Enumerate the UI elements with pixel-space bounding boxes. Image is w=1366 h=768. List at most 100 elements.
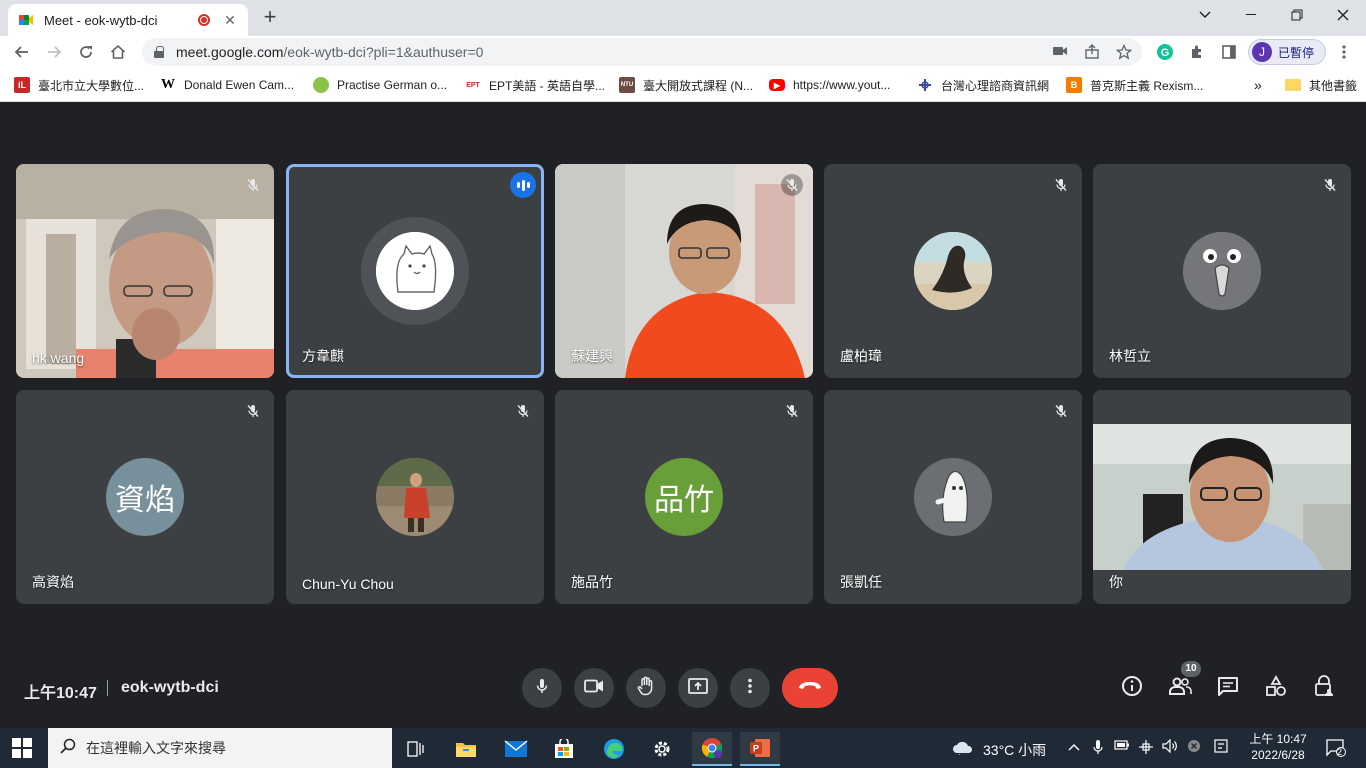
minimize-icon[interactable] — [1228, 0, 1274, 30]
participant-avatar: 品竹 — [645, 458, 723, 536]
camera-in-use-icon[interactable] — [1052, 44, 1068, 60]
info-icon — [1121, 675, 1143, 702]
participant-tile[interactable]: 林哲立 — [1093, 164, 1351, 378]
bookmark-item[interactable]: ▶ https://www.yout... — [769, 76, 890, 94]
chevron-down-icon[interactable] — [1182, 0, 1228, 30]
bookmark-item[interactable]: NTU 臺大開放式課程 (N... — [619, 76, 753, 94]
volume-icon[interactable] — [1162, 738, 1178, 755]
participant-tile-self[interactable]: 你 — [1093, 390, 1351, 604]
mic-tray-icon[interactable] — [1090, 739, 1106, 755]
forward-icon[interactable] — [42, 40, 66, 64]
taskbar-search-box[interactable]: 在這裡輸入文字來搜尋 — [48, 728, 392, 768]
participant-tile[interactable]: 方韋麒 — [286, 164, 544, 378]
people-icon — [1168, 677, 1192, 700]
participant-name: 蘇建興 — [571, 348, 613, 364]
participant-tile[interactable]: 品竹 施品竹 — [555, 390, 813, 604]
participant-tile[interactable]: 資焰 高資焰 — [16, 390, 274, 604]
host-controls-button[interactable] — [1310, 674, 1338, 702]
microsoft-store-icon[interactable] — [544, 732, 584, 766]
participant-name: 張凱任 — [840, 574, 882, 590]
reload-icon[interactable] — [74, 40, 98, 64]
bookmark-label: Practise German o... — [337, 78, 448, 92]
close-window-icon[interactable] — [1320, 0, 1366, 30]
input-method-icon[interactable] — [1213, 739, 1229, 755]
recording-icon — [198, 14, 210, 26]
self-video — [1093, 424, 1351, 570]
other-bookmarks[interactable]: 其他書籤 — [1285, 76, 1357, 94]
bookmark-item[interactable]: iL 臺北市立大學數位... — [14, 76, 144, 94]
weather-cloud-icon[interactable] — [952, 739, 974, 756]
network-icon[interactable] — [1138, 739, 1154, 755]
profile-button[interactable]: J 已暫停 — [1248, 39, 1326, 65]
file-explorer-icon[interactable] — [446, 732, 486, 766]
participant-tile[interactable]: 張凱任 — [824, 390, 1082, 604]
restore-icon[interactable] — [1274, 0, 1320, 30]
tab-meet[interactable]: Meet - eok-wytb-dci ✕ — [8, 4, 248, 36]
edge-icon[interactable] — [594, 732, 634, 766]
raise-hand-button[interactable] — [626, 668, 666, 708]
participant-tile[interactable]: hk wang — [16, 164, 274, 378]
bookmark-label: 臺北市立大學數位... — [38, 78, 145, 93]
chrome-icon[interactable] — [692, 732, 732, 766]
bookmark-item[interactable]: EPT EPT美語 - 英語自學... — [465, 76, 605, 94]
weather-text[interactable]: 33°C 小雨 — [983, 740, 1046, 760]
chat-icon — [1217, 675, 1239, 702]
bookmark-item[interactable]: W Donald Ewen Cam... — [160, 76, 294, 94]
tab-title: Meet - eok-wytb-dci — [44, 12, 158, 28]
hand-icon — [637, 676, 655, 701]
settings-gear-icon[interactable] — [642, 732, 682, 766]
bookmark-item[interactable]: Practise German o... — [313, 76, 447, 94]
participant-tile[interactable]: Chun-Yu Chou — [286, 390, 544, 604]
participant-tile[interactable]: 蘇建興 — [555, 164, 813, 378]
close-circle-icon[interactable] — [1186, 739, 1202, 755]
close-icon[interactable]: ✕ — [222, 12, 238, 29]
more-vert-icon[interactable] — [1334, 42, 1354, 62]
bookmarks-overflow-button[interactable]: » — [1254, 76, 1262, 94]
folder-icon — [1285, 79, 1301, 91]
bookmark-favicon-icon — [313, 77, 329, 93]
leave-call-button[interactable] — [782, 668, 838, 708]
bookmark-item[interactable]: B 普克斯主義 Rexism... — [1066, 76, 1203, 94]
battery-icon[interactable] — [1114, 739, 1130, 755]
present-screen-button[interactable] — [678, 668, 718, 708]
notification-icon[interactable]: 2 — [1324, 739, 1348, 757]
activities-button[interactable] — [1262, 674, 1290, 702]
powerpoint-icon[interactable]: P — [740, 732, 780, 766]
back-icon[interactable] — [10, 40, 34, 64]
bookmark-item[interactable]: 台灣心理諮商資訊網 — [917, 76, 1049, 94]
more-vert-icon — [748, 678, 752, 699]
meet-control-bar: 上午10:47 eok-wytb-dci 10 — [0, 661, 1366, 715]
people-button[interactable] — [1166, 674, 1194, 702]
address-bar[interactable]: meet.google.com/eok-wytb-dci?pli=1&authu… — [142, 38, 1142, 66]
share-icon[interactable] — [1084, 44, 1100, 60]
plus-icon[interactable]: + — [258, 6, 282, 30]
camera-button[interactable] — [574, 668, 614, 708]
participant-tile[interactable]: 盧柏瑋 — [824, 164, 1082, 378]
ntu-icon: NTU — [619, 77, 635, 93]
mail-icon[interactable] — [496, 732, 536, 766]
chat-button[interactable] — [1214, 674, 1242, 702]
microphone-button[interactable] — [522, 668, 562, 708]
task-view-icon[interactable] — [396, 732, 436, 766]
home-icon[interactable] — [106, 40, 130, 64]
taskbar-clock[interactable]: 上午 10:47 2022/6/28 — [1246, 731, 1310, 763]
activities-icon — [1265, 674, 1287, 702]
search-placeholder: 在這裡輸入文字來搜尋 — [86, 740, 226, 756]
extensions-icon[interactable] — [1187, 42, 1207, 62]
mic-off-icon — [512, 400, 534, 422]
lock-icon[interactable] — [154, 46, 164, 58]
taskbar-date: 2022/6/28 — [1251, 748, 1305, 762]
meeting-details-button[interactable] — [1118, 674, 1146, 702]
more-options-button[interactable] — [730, 668, 770, 708]
participant-avatar — [376, 232, 454, 310]
wikipedia-icon: W — [161, 77, 175, 92]
windows-start-icon[interactable] — [12, 738, 32, 758]
star-icon[interactable] — [1115, 43, 1133, 60]
bookmark-favicon-icon: iL — [14, 77, 30, 93]
grammarly-icon[interactable]: G — [1155, 42, 1175, 62]
side-panel-icon[interactable] — [1219, 42, 1239, 62]
mic-off-icon — [1050, 174, 1072, 196]
chevron-up-icon[interactable] — [1066, 739, 1082, 755]
call-end-icon — [797, 679, 823, 697]
blogger-icon: B — [1066, 77, 1082, 93]
